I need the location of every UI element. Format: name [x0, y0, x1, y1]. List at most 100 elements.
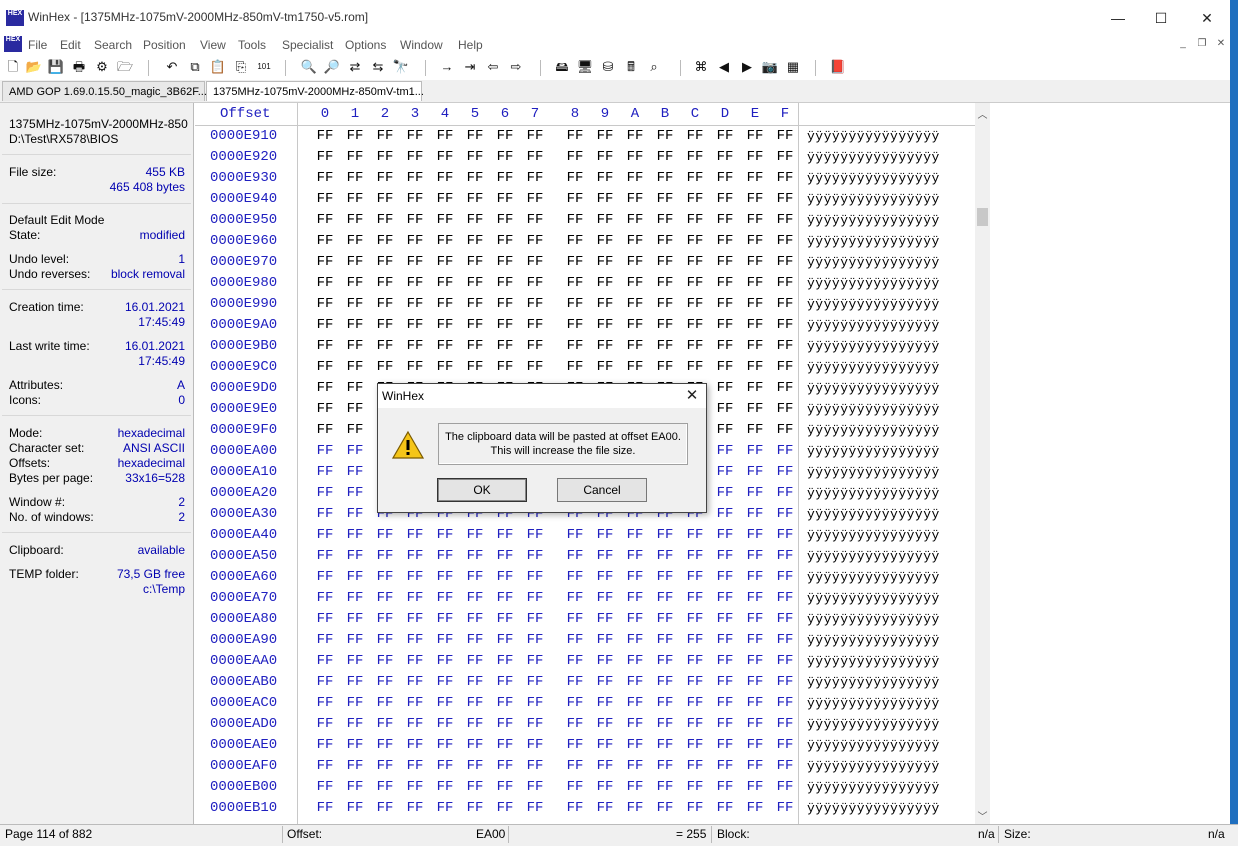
byte-cell[interactable]: FF — [375, 233, 395, 249]
goto-page-icon[interactable]: ⇥ — [461, 58, 479, 76]
hex-row[interactable]: 0000EB10 FF FF FF FF FF FF FF FF FF FF FF FF FF FF FF FF… — [195, 798, 975, 819]
byte-cell[interactable]: FF — [315, 401, 335, 417]
byte-cell[interactable]: FF — [775, 296, 795, 312]
ascii-text[interactable]: ÿÿÿÿÿÿÿÿÿÿÿÿÿÿÿÿ — [807, 423, 940, 438]
byte-cell[interactable]: FF — [315, 212, 335, 228]
byte-cell[interactable]: FF — [655, 695, 675, 711]
byte-cell[interactable]: FF — [625, 233, 645, 249]
byte-cell[interactable]: FF — [655, 149, 675, 165]
byte-cell[interactable]: FF — [315, 128, 335, 144]
byte-cell[interactable]: FF — [525, 317, 545, 333]
byte-cell[interactable]: FF — [435, 275, 455, 291]
byte-cell[interactable]: FF — [495, 317, 515, 333]
byte-cell[interactable]: FF — [745, 758, 765, 774]
mdi-restore-icon[interactable]: ❐ — [1195, 37, 1209, 51]
byte-cell[interactable]: FF — [595, 569, 615, 585]
byte-cell[interactable]: FF — [775, 527, 795, 543]
open-disk-icon[interactable]: 🗁 — [116, 58, 134, 76]
byte-cell[interactable]: FF — [715, 338, 735, 354]
byte-cell[interactable]: FF — [375, 338, 395, 354]
byte-cell[interactable]: FF — [405, 128, 425, 144]
byte-cell[interactable]: FF — [775, 338, 795, 354]
byte-cell[interactable]: FF — [595, 632, 615, 648]
byte-cell[interactable]: FF — [715, 254, 735, 270]
byte-cell[interactable]: FF — [655, 359, 675, 375]
byte-cell[interactable]: FF — [315, 485, 335, 501]
byte-cell[interactable]: FF — [565, 212, 585, 228]
byte-cell[interactable]: FF — [565, 296, 585, 312]
byte-cell[interactable]: FF — [495, 359, 515, 375]
byte-cell[interactable]: FF — [315, 506, 335, 522]
byte-cell[interactable]: FF — [315, 254, 335, 270]
byte-cell[interactable]: FF — [685, 716, 705, 732]
help-book-icon[interactable]: 📕 — [829, 58, 847, 76]
byte-cell[interactable]: FF — [715, 506, 735, 522]
byte-cell[interactable]: FF — [745, 338, 765, 354]
hex-row[interactable]: 0000EB00 FF FF FF FF FF FF FF FF FF FF FF FF FF FF FF FF… — [195, 777, 975, 798]
byte-cell[interactable]: FF — [375, 254, 395, 270]
byte-cell[interactable]: FF — [315, 695, 335, 711]
byte-cell[interactable]: FF — [745, 485, 765, 501]
byte-cell[interactable]: FF — [405, 569, 425, 585]
byte-cell[interactable]: FF — [595, 128, 615, 144]
byte-cell[interactable]: FF — [375, 128, 395, 144]
byte-cell[interactable]: FF — [595, 170, 615, 186]
hex-row[interactable]: 0000EAB0 FF FF FF FF FF FF FF FF FF FF FF FF FF FF FF FF… — [195, 672, 975, 693]
byte-cell[interactable]: FF — [375, 653, 395, 669]
byte-cell[interactable]: FF — [495, 527, 515, 543]
ascii-text[interactable]: ÿÿÿÿÿÿÿÿÿÿÿÿÿÿÿÿ — [807, 255, 940, 270]
byte-cell[interactable]: FF — [655, 170, 675, 186]
byte-cell[interactable]: FF — [685, 359, 705, 375]
byte-cell[interactable]: FF — [715, 443, 735, 459]
byte-cell[interactable]: FF — [405, 170, 425, 186]
byte-cell[interactable]: FF — [775, 275, 795, 291]
byte-cell[interactable]: FF — [405, 527, 425, 543]
byte-cell[interactable]: FF — [775, 422, 795, 438]
byte-cell[interactable]: FF — [495, 632, 515, 648]
byte-cell[interactable]: FF — [435, 128, 455, 144]
byte-cell[interactable]: FF — [775, 632, 795, 648]
byte-cell[interactable]: FF — [345, 632, 365, 648]
ascii-text[interactable]: ÿÿÿÿÿÿÿÿÿÿÿÿÿÿÿÿ — [807, 150, 940, 165]
byte-cell[interactable]: FF — [775, 317, 795, 333]
byte-cell[interactable]: FF — [745, 275, 765, 291]
byte-cell[interactable]: FF — [315, 590, 335, 606]
byte-cell[interactable]: FF — [405, 296, 425, 312]
byte-cell[interactable]: FF — [655, 254, 675, 270]
byte-cell[interactable]: FF — [495, 212, 515, 228]
paste-icon[interactable]: 📋 — [209, 58, 227, 76]
byte-cell[interactable]: FF — [495, 653, 515, 669]
byte-cell[interactable]: FF — [655, 653, 675, 669]
byte-cell[interactable]: FF — [465, 275, 485, 291]
byte-cell[interactable]: FF — [465, 758, 485, 774]
ascii-text[interactable]: ÿÿÿÿÿÿÿÿÿÿÿÿÿÿÿÿ — [807, 444, 940, 459]
byte-cell[interactable]: FF — [595, 527, 615, 543]
byte-cell[interactable]: FF — [465, 359, 485, 375]
byte-cell[interactable]: FF — [595, 653, 615, 669]
byte-cell[interactable]: FF — [565, 632, 585, 648]
hex-row[interactable]: 0000E940 FF FF FF FF FF FF FF FF FF FF FF FF FF FF FF FF… — [195, 189, 975, 210]
byte-cell[interactable]: FF — [405, 548, 425, 564]
byte-cell[interactable]: FF — [345, 758, 365, 774]
byte-cell[interactable]: FF — [465, 212, 485, 228]
hex-row[interactable]: 0000E920 FF FF FF FF FF FF FF FF FF FF FF FF FF FF FF FF… — [195, 147, 975, 168]
byte-cell[interactable]: FF — [345, 464, 365, 480]
byte-cell[interactable]: FF — [775, 716, 795, 732]
byte-cell[interactable]: FF — [405, 716, 425, 732]
byte-cell[interactable]: FF — [435, 632, 455, 648]
byte-cell[interactable]: FF — [565, 317, 585, 333]
byte-cell[interactable]: FF — [685, 632, 705, 648]
byte-cell[interactable]: FF — [525, 632, 545, 648]
ascii-text[interactable]: ÿÿÿÿÿÿÿÿÿÿÿÿÿÿÿÿ — [807, 381, 940, 396]
menu-tools[interactable]: Tools — [238, 36, 266, 54]
byte-cell[interactable]: FF — [595, 611, 615, 627]
byte-cell[interactable]: FF — [345, 527, 365, 543]
byte-cell[interactable]: FF — [465, 716, 485, 732]
byte-cell[interactable]: FF — [715, 317, 735, 333]
byte-cell[interactable]: FF — [625, 170, 645, 186]
byte-cell[interactable]: FF — [745, 233, 765, 249]
byte-cell[interactable]: FF — [495, 128, 515, 144]
byte-cell[interactable]: FF — [525, 569, 545, 585]
byte-cell[interactable]: FF — [565, 674, 585, 690]
byte-cell[interactable]: FF — [745, 359, 765, 375]
